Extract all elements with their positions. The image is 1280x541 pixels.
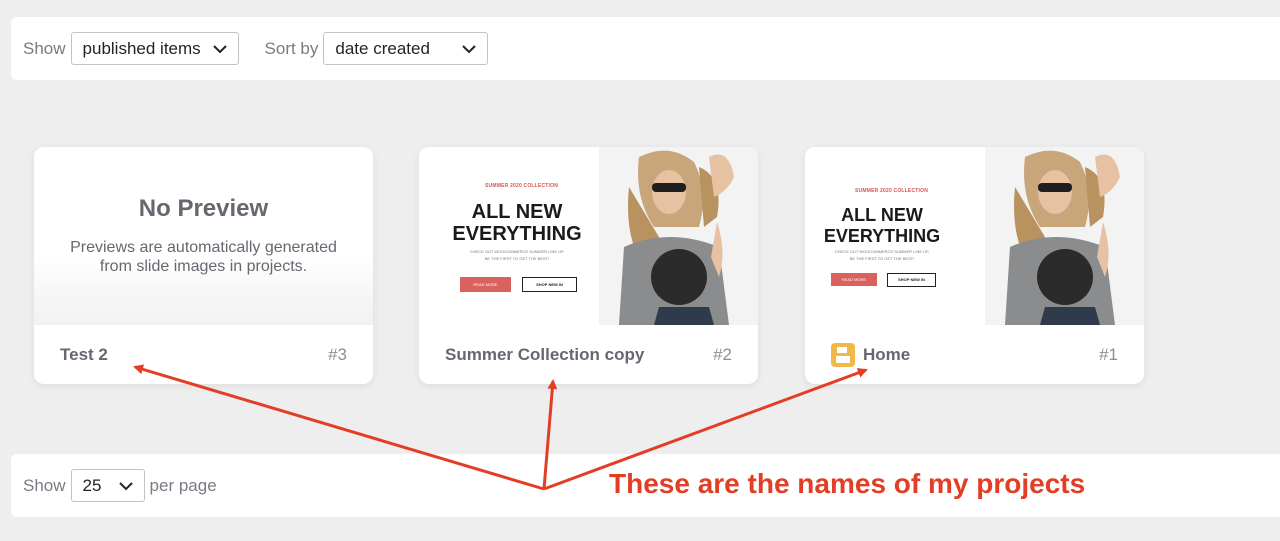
slide-shop-button: SHOP NEW IN <box>522 277 577 292</box>
slide-headline-line-1: ALL NEW <box>471 201 563 223</box>
card-footer: Summer Collection copy #2 <box>419 325 758 384</box>
chevron-down-icon <box>118 482 133 491</box>
project-number: #1 <box>1099 344 1118 364</box>
project-card-test-2[interactable]: No Preview Previews are automatically ge… <box>34 147 373 384</box>
project-name[interactable]: Home <box>863 345 1099 365</box>
project-card-summer-collection-copy[interactable]: SUMMER 2020 COLLECTION ALL NEW EVERYTHIN… <box>419 147 758 384</box>
show-label: Show <box>23 38 66 58</box>
project-number: #2 <box>713 344 732 364</box>
slide-subtext-2: BE THE FIRST TO GET THE BEST! <box>849 256 915 261</box>
slide-shop-button: SHOP NEW IN <box>887 273 936 287</box>
chevron-down-icon <box>462 45 477 54</box>
no-preview-thumbnail: No Preview Previews are automatically ge… <box>34 147 373 325</box>
card-footer: Home #1 <box>805 325 1144 384</box>
filter-bar: Show published items Sort by date create… <box>11 17 1280 80</box>
sort-value: date created <box>335 38 430 58</box>
per-page-value: 25 <box>82 475 102 495</box>
project-number: #3 <box>328 344 347 364</box>
per-page-show-label: Show <box>23 475 66 495</box>
save-icon <box>831 342 855 367</box>
chevron-down-icon <box>212 45 227 54</box>
model-photo <box>985 147 1144 325</box>
no-preview-description: Previews are automatically generated fro… <box>70 239 337 275</box>
slide-kicker: SUMMER 2020 COLLECTION <box>485 183 559 189</box>
show-filter-value: published items <box>82 38 201 58</box>
annotation-text: These are the names of my projects <box>609 468 1086 499</box>
show-filter-select[interactable]: published items <box>70 32 239 65</box>
slide-kicker: SUMMER 2020 COLLECTION <box>855 188 929 194</box>
project-name[interactable]: Summer Collection copy <box>445 345 713 365</box>
slide-headline-line-2: EVERYTHING <box>452 223 582 245</box>
slide-headline-line-1: ALL NEW <box>841 205 923 225</box>
slide-read-more-button: READ MORE <box>831 273 877 286</box>
slide-thumbnail: SUMMER 2020 COLLECTION ALL NEW EVERYTHIN… <box>419 147 758 325</box>
no-preview-title: No Preview <box>138 195 269 222</box>
card-footer: Test 2 #3 <box>34 325 373 384</box>
sort-select[interactable]: date created <box>323 32 489 65</box>
per-page-label: per page <box>149 475 217 495</box>
slide-read-more-button: READ MORE <box>460 277 511 292</box>
slide-subtext-2: BE THE FIRST TO GET THE BEST! <box>484 256 550 261</box>
per-page-select[interactable]: 25 <box>70 469 145 502</box>
slide-thumbnail: SUMMER 2020 COLLECTION ALL NEW EVERYTHIN… <box>805 147 1144 325</box>
sort-label: Sort by <box>264 38 319 58</box>
slide-headline-line-2: EVERYTHING <box>823 226 941 246</box>
slide-subtext-1: CHECK OUT WOOCOMMERCE SUMMER LINE UP. <box>834 249 930 254</box>
project-name[interactable]: Test 2 <box>60 345 328 365</box>
model-photo <box>599 147 758 325</box>
project-card-home[interactable]: SUMMER 2020 COLLECTION ALL NEW EVERYTHIN… <box>805 147 1144 384</box>
slide-subtext-1: CHECK OUT WOOCOMMERCE SUMMER LINE UP. <box>469 249 565 254</box>
